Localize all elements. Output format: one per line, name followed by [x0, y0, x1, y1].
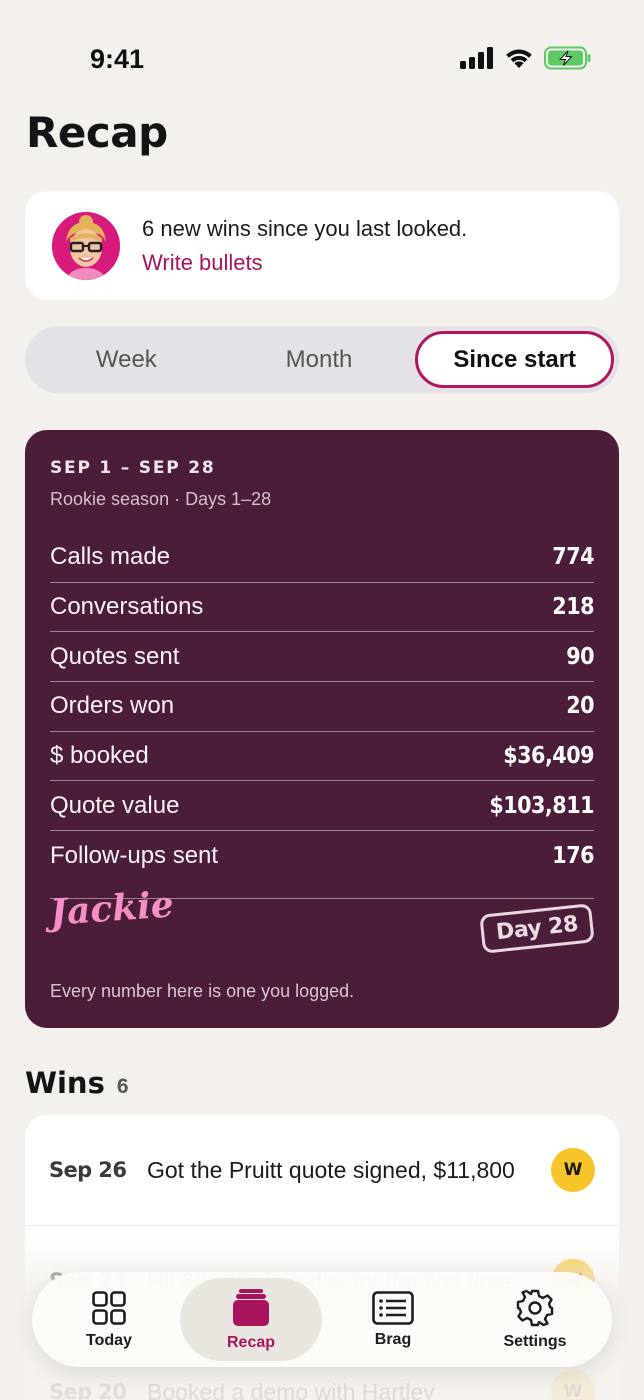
avatar [52, 211, 120, 280]
nudge-card: 6 new wins since you last looked. Write … [25, 191, 619, 300]
recap-card: SEP 1 – SEP 28 Rookie season · Days 1–28… [25, 430, 619, 1028]
avatar-illustration-icon [52, 211, 120, 280]
stat-label: Follow-ups sent [50, 841, 219, 869]
stat-label: Conversations [50, 593, 204, 621]
win-date: Sep 26 [49, 1158, 127, 1182]
status-time: 9:41 [90, 44, 145, 74]
stat-row-conversations: Conversations 218 [50, 583, 594, 633]
nudge-message: 6 new wins since you last looked. [142, 215, 468, 241]
stat-row-quotes-sent: Quotes sent 90 [50, 632, 594, 683]
stat-row-booked: $ booked $36,409 [50, 732, 594, 782]
stat-value: $103,811 [489, 792, 594, 819]
tab-label: Recap [226, 1333, 276, 1351]
list-doc-icon [372, 1290, 414, 1325]
stat-row-orders-won: Orders won 20 [50, 682, 594, 732]
stat-value: 90 [566, 643, 594, 670]
stat-value: 20 [566, 693, 594, 720]
stat-label: Calls made [50, 543, 171, 571]
wins-title: Wins [25, 1066, 105, 1100]
tab-brag[interactable]: Brag [322, 1278, 464, 1361]
cellular-signal-icon [460, 47, 493, 69]
tab-label: Settings [503, 1332, 567, 1350]
win-badge: W [551, 1148, 595, 1192]
day-stamp: Day 28 [479, 903, 595, 954]
stat-label: Quote value [50, 791, 180, 819]
wins-heading: Wins 6 [25, 1066, 129, 1100]
segment-month[interactable]: Month [223, 331, 416, 388]
win-text: Booked a demo with Hartley [147, 1379, 435, 1400]
tab-recap[interactable]: Recap [180, 1278, 322, 1361]
stat-label: $ booked [50, 742, 149, 770]
signature: Jackie [48, 883, 175, 934]
stat-value: 176 [552, 842, 594, 869]
win-text: Got the Pruitt quote signed, $11,800 [147, 1157, 515, 1183]
stat-row-calls-made: Calls made 774 [50, 533, 594, 583]
recap-date-range: SEP 1 – SEP 28 [50, 458, 216, 478]
tab-settings[interactable]: Settings [464, 1278, 606, 1361]
win-date: Sep 20 [49, 1380, 127, 1400]
recap-stats: Calls made 774 Conversations 218 Quotes … [50, 533, 594, 881]
segment-week[interactable]: Week [30, 331, 223, 388]
stat-row-follow-ups-sent: Follow-ups sent 176 [50, 831, 594, 881]
recap-footnote: Every number here is one you logged. [50, 981, 355, 1001]
nudge-text: 6 new wins since you last looked. Write … [142, 216, 467, 276]
tab-label: Today [86, 1331, 132, 1349]
status-bar: 9:41 [0, 0, 644, 110]
stat-row-quote-value: Quote value $103,811 [50, 781, 594, 832]
stat-label: Quotes sent [50, 642, 180, 670]
stat-value: $36,409 [503, 743, 594, 770]
stack-icon [233, 1288, 269, 1326]
win-badge: W [551, 1370, 595, 1400]
wins-count: 6 [116, 1075, 129, 1098]
recap-subtitle: Rookie season · Days 1–28 [50, 489, 272, 509]
gear-icon [516, 1289, 554, 1326]
tab-label: Brag [374, 1330, 412, 1348]
grid-icon [92, 1290, 126, 1325]
tab-bar: Today Recap Brag Settings [32, 1272, 612, 1367]
range-segmented-control: Week Month Since start [25, 326, 619, 393]
status-icons [460, 46, 592, 70]
wifi-icon [506, 49, 532, 68]
stat-value: 774 [552, 544, 594, 571]
segment-since-start[interactable]: Since start [415, 331, 615, 388]
battery-charging-icon [544, 46, 591, 70]
page-title: Recap [26, 108, 168, 157]
stat-label: Orders won [50, 692, 175, 720]
list-item[interactable]: Sep 26 Got the Pruitt quote signed, $11,… [25, 1115, 619, 1226]
stat-value: 218 [552, 594, 594, 621]
write-bullets-link[interactable]: Write bullets [142, 250, 263, 276]
tab-today[interactable]: Today [38, 1278, 180, 1361]
